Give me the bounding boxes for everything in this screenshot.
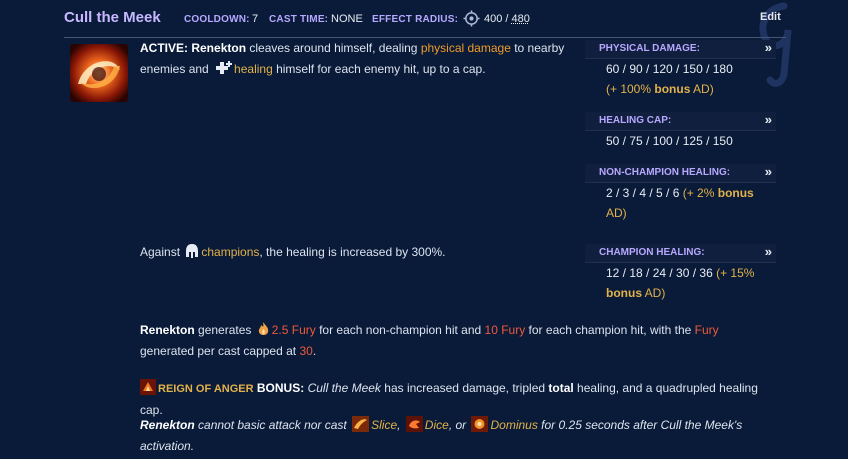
- cast-time-label: CAST TIME:: [269, 14, 329, 25]
- fury-cap-value: 30: [299, 344, 313, 358]
- physical-damage-link[interactable]: physical damage: [421, 41, 511, 55]
- slice-link[interactable]: Slice: [371, 418, 397, 432]
- reign-of-anger-icon: [140, 379, 156, 395]
- fury-link-b[interactable]: 10 Fury: [485, 323, 526, 337]
- slice-icon: [352, 416, 370, 432]
- champion-healing-values: 12 / 18 / 24 / 30 / 36 (+ 15% bonus AD): [606, 266, 755, 300]
- fury-description: Renekton generates 2.5 Fury for each non…: [140, 322, 719, 358]
- healing-cap-label: HEALING CAP:: [599, 115, 672, 126]
- non-champion-healing-label: NON-CHAMPION HEALING:: [599, 167, 731, 178]
- expand-chevron-icon[interactable]: »: [765, 244, 772, 259]
- effect-radius-label: EFFECT RADIUS:: [372, 14, 459, 25]
- dominus-icon: [471, 416, 489, 432]
- fury-flame-icon: [258, 322, 268, 335]
- expand-chevron-icon[interactable]: »: [765, 112, 772, 127]
- non-champion-healing-values: 2 / 3 / 4 / 5 / 6 (+ 2% bonus AD): [606, 186, 754, 220]
- dominus-link[interactable]: Dominus: [490, 418, 537, 432]
- cooldown-value: 7: [252, 13, 259, 25]
- heal-icon: [216, 61, 233, 74]
- edit-link[interactable]: Edit: [760, 11, 781, 23]
- physical-damage-label: PHYSICAL DAMAGE:: [599, 43, 700, 54]
- ability-title: Cull the Meek: [64, 9, 161, 26]
- effect-radius-icon: [463, 10, 480, 27]
- effect-radius-value: 400 / 480: [484, 13, 530, 25]
- champion-healing-description: Against champions, the healing is increa…: [140, 244, 446, 259]
- non-champion-healing-header[interactable]: NON-CHAMPION HEALING: »: [585, 164, 776, 183]
- healing-cap-header[interactable]: HEALING CAP: »: [585, 112, 776, 131]
- physical-damage-header[interactable]: PHYSICAL DAMAGE: »: [585, 40, 776, 59]
- cast-time-value: NONE: [331, 13, 363, 25]
- physical-damage-values: 60 / 90 / 120 / 150 / 180 (+ 100% bonus …: [606, 62, 733, 96]
- dice-link[interactable]: Dice: [425, 418, 449, 432]
- reign-of-anger-link[interactable]: REIGN OF ANGER: [158, 383, 254, 395]
- cooldown-label: COOLDOWN:: [184, 14, 250, 25]
- champion-healing-label: CHAMPION HEALING:: [599, 247, 705, 258]
- cull-the-meek-icon: [70, 44, 128, 102]
- fury-link-a[interactable]: 2.5 Fury: [272, 323, 316, 337]
- healing-link[interactable]: healing: [234, 62, 273, 76]
- healing-cap-values: 50 / 75 / 100 / 125 / 150: [606, 134, 733, 148]
- cast-restriction-note: Renekton cannot basic attack nor cast Sl…: [140, 416, 743, 453]
- fury-link-c[interactable]: Fury: [695, 323, 719, 337]
- active-description: ACTIVE: Renekton cleaves around himself,…: [140, 41, 565, 76]
- champion-healing-header[interactable]: CHAMPION HEALING: »: [585, 244, 776, 263]
- ability-header: Cull the Meek COOLDOWN: 7 CAST TIME: NON…: [0, 0, 848, 87]
- champions-link[interactable]: champions: [201, 245, 259, 259]
- dice-icon: [405, 416, 423, 432]
- expand-chevron-icon[interactable]: »: [765, 40, 772, 55]
- expand-chevron-icon[interactable]: »: [765, 164, 772, 179]
- champion-helmet-icon: [186, 244, 199, 258]
